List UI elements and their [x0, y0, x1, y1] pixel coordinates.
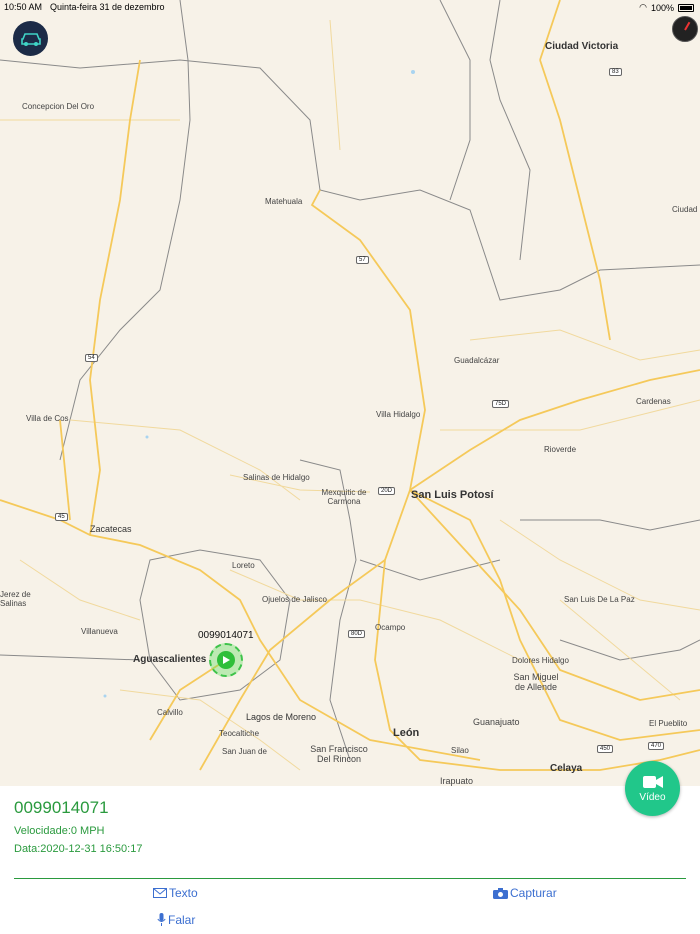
- highway-shield: 57: [356, 256, 369, 264]
- map-label-guanajuato: Guanajuato: [473, 717, 520, 727]
- capture-button-label: Capturar: [510, 886, 557, 900]
- talk-button[interactable]: Falar: [157, 913, 195, 927]
- envelope-icon: [153, 888, 167, 898]
- highway-shield: 470: [648, 742, 665, 750]
- battery-percent: 100%: [650, 2, 674, 13]
- play-icon: [217, 651, 235, 669]
- map-label-matehuala: Matehuala: [265, 197, 303, 206]
- text-button[interactable]: Texto: [153, 886, 198, 900]
- microphone-icon: [157, 913, 166, 926]
- map-label-loreto: Loreto: [232, 561, 255, 570]
- video-button-label: Vídeo: [639, 791, 666, 803]
- wifi-icon: ◠: [639, 2, 647, 12]
- map-label-ciudad-edge: Ciudad: [672, 205, 698, 214]
- car-icon: [20, 32, 41, 46]
- map-label-rioverde: Rioverde: [544, 445, 577, 454]
- map-label-el-pueblito: El Pueblito: [649, 719, 688, 728]
- map-label-zacatecas: Zacatecas: [90, 524, 132, 534]
- divider: [14, 878, 686, 879]
- map-label-calvillo: Calvillo: [157, 708, 183, 717]
- battery-icon: [678, 3, 694, 12]
- device-info-panel: 0099014071 Velocidade:0 MPH Data:2020-12…: [0, 786, 700, 934]
- status-time: 10:50 AM: [4, 2, 43, 12]
- highway-shield: 80D: [348, 630, 366, 638]
- map-label-san-luis-potosi: San Luis Potosí: [411, 489, 494, 501]
- map-label-san-luis-paz: San Luis De La Paz: [564, 595, 635, 604]
- map-label-guadalcazar: Guadalcázar: [454, 356, 500, 365]
- date-text: Data:2020-12-31 16:50:17: [14, 843, 143, 855]
- map-label-ojuelos: Ojuelos de Jalisco: [262, 595, 327, 604]
- capture-button[interactable]: Capturar: [493, 886, 557, 900]
- map-label-irapuato: Irapuato: [440, 776, 474, 786]
- highway-shield: 45: [55, 513, 68, 521]
- map-label-teocaltiche: Teocaltiche: [219, 729, 260, 738]
- map-label-silao: Silao: [451, 746, 469, 755]
- speed-text: Velocidade:0 MPH: [14, 825, 105, 837]
- map-label-ocampo: Ocampo: [375, 623, 406, 632]
- map-label-villa-cos: Villa de Cos: [26, 414, 69, 423]
- device-id-title: 0099014071: [14, 798, 109, 817]
- map-label-lagos: Lagos de Moreno: [246, 712, 317, 722]
- map-label-leon: León: [393, 727, 420, 739]
- highway-shield: 450: [597, 745, 614, 753]
- highway-shield: 54: [85, 354, 98, 362]
- map-view[interactable]: Ciudad Victoria Concepcion Del Oro Mateh…: [0, 0, 700, 786]
- text-button-label: Texto: [169, 886, 198, 900]
- map-roads: [0, 0, 700, 771]
- device-map-label: 0099014071: [198, 630, 254, 641]
- map-label-san-miguel: San Miguel de Allende: [513, 672, 559, 692]
- map-label-cardenas: Cardenas: [636, 397, 671, 406]
- status-right: ◠ 100%: [639, 2, 694, 13]
- map-label-ciudad-victoria: Ciudad Victoria: [545, 41, 619, 52]
- status-date: Quinta-feira 31 de dezembro: [50, 2, 165, 12]
- device-location-marker[interactable]: [209, 643, 243, 677]
- talk-button-label: Falar: [168, 913, 196, 927]
- map-label-villa-hidalgo: Villa Hidalgo: [376, 410, 421, 419]
- status-bar: 10:50 AM Quinta-feira 31 de dezembro ◠ 1…: [0, 0, 700, 14]
- map-label-mexquitic: Mexquitic de Carmona: [321, 488, 367, 506]
- video-button[interactable]: Vídeo: [625, 761, 680, 816]
- highway-shield: 20D: [378, 487, 396, 495]
- map-label-dolores: Dolores Hidalgo: [512, 656, 569, 665]
- map-label-jerez: Jerez de Salinas: [0, 590, 31, 608]
- map-label-celaya: Celaya: [550, 763, 583, 774]
- map-label-concepcion: Concepcion Del Oro: [22, 102, 95, 111]
- map-label-villanueva: Villanueva: [81, 627, 118, 636]
- speedometer-icon[interactable]: [672, 16, 698, 42]
- map-label-salinas: Salinas de Hidalgo: [243, 473, 310, 482]
- highway-shield: 75D: [492, 400, 510, 408]
- vehicle-list-button[interactable]: [13, 21, 48, 56]
- video-camera-icon: [642, 775, 663, 788]
- camera-icon: [493, 887, 508, 899]
- map-label-aguascalientes: Aguascalientes: [133, 654, 207, 665]
- map-label-sf-rincon: San Francisco Del Rincon: [310, 744, 368, 764]
- map-label-san-juan: San Juan de: [222, 747, 267, 756]
- highway-shield: 83: [609, 68, 622, 76]
